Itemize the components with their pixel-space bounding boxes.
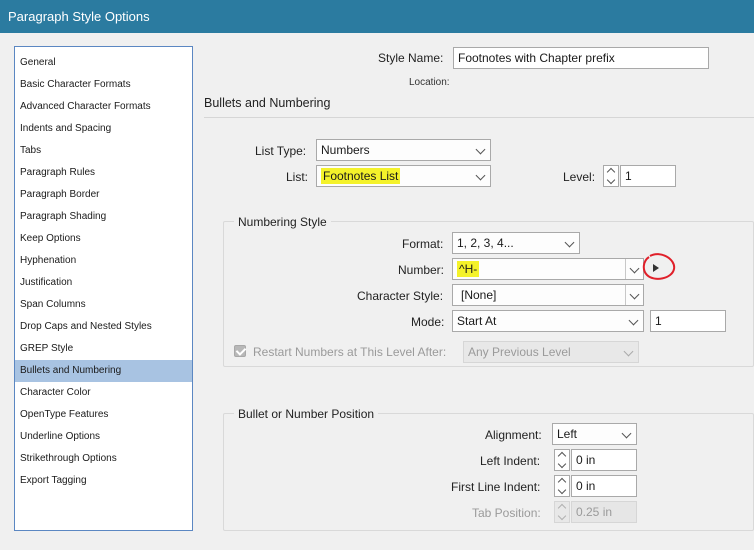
sidebar-item-drop-caps-and-nested-styles[interactable]: Drop Caps and Nested Styles bbox=[15, 316, 192, 338]
category-list[interactable]: General Basic Character Formats Advanced… bbox=[14, 46, 193, 531]
left-indent-label: Left Indent: bbox=[480, 454, 541, 468]
tab-position-label: Tab Position: bbox=[472, 506, 541, 520]
character-style-value: [None] bbox=[461, 288, 497, 302]
list-select[interactable]: Footnotes List bbox=[316, 165, 491, 187]
location-label: Location: bbox=[409, 77, 450, 88]
chevron-down-icon bbox=[475, 170, 486, 181]
mode-label: Mode: bbox=[411, 315, 445, 329]
mode-value: Start At bbox=[457, 314, 497, 328]
sidebar-item-keep-options[interactable]: Keep Options bbox=[15, 228, 192, 250]
sidebar-item-grep-style[interactable]: GREP Style bbox=[15, 338, 192, 360]
restart-after-value: Any Previous Level bbox=[468, 345, 571, 359]
chevron-down-icon bbox=[623, 346, 634, 357]
position-title: Bullet or Number Position bbox=[234, 407, 379, 421]
list-type-select[interactable]: Numbers bbox=[316, 139, 491, 161]
list-type-label: List Type: bbox=[255, 144, 307, 158]
sidebar-item-opentype-features[interactable]: OpenType Features bbox=[15, 404, 192, 426]
section-divider bbox=[204, 117, 754, 118]
format-value: 1, 2, 3, 4... bbox=[457, 236, 514, 250]
chevron-down-icon bbox=[475, 144, 486, 155]
restart-numbers-checkbox[interactable] bbox=[234, 345, 246, 357]
chevron-down-icon[interactable] bbox=[557, 459, 567, 469]
alignment-label: Alignment: bbox=[485, 428, 542, 442]
sidebar-item-advanced-character-formats[interactable]: Advanced Character Formats bbox=[15, 96, 192, 118]
annotation-circle bbox=[642, 253, 676, 280]
left-indent-stepper[interactable] bbox=[554, 449, 570, 471]
window-title-bar: Paragraph Style Options bbox=[0, 0, 754, 33]
sidebar-item-justification[interactable]: Justification bbox=[15, 272, 192, 294]
chevron-down-icon bbox=[629, 289, 640, 300]
section-title: Bullets and Numbering bbox=[204, 96, 331, 110]
character-style-label: Character Style: bbox=[357, 289, 444, 303]
tab-position-stepper[interactable] bbox=[554, 501, 570, 523]
sidebar-item-paragraph-rules[interactable]: Paragraph Rules bbox=[15, 162, 192, 184]
alignment-value: Left bbox=[557, 427, 578, 441]
sidebar-item-span-columns[interactable]: Span Columns bbox=[15, 294, 192, 316]
sidebar-item-strikethrough-options[interactable]: Strikethrough Options bbox=[15, 448, 192, 470]
sidebar-item-hyphenation[interactable]: Hyphenation bbox=[15, 250, 192, 272]
number-combobox[interactable]: ^H- bbox=[452, 258, 644, 280]
chevron-down-icon bbox=[629, 263, 640, 274]
first-line-indent-input[interactable]: 0 in bbox=[571, 475, 637, 497]
restart-after-select[interactable]: Any Previous Level bbox=[463, 341, 639, 363]
list-label: List: bbox=[286, 170, 309, 184]
mode-start-input[interactable]: 1 bbox=[650, 310, 726, 332]
first-line-indent-stepper[interactable] bbox=[554, 475, 570, 497]
character-style-select[interactable]: [None] bbox=[452, 284, 644, 306]
alignment-select[interactable]: Left bbox=[552, 423, 637, 445]
list-value: Footnotes List bbox=[321, 168, 401, 184]
style-name-label: Style Name: bbox=[378, 51, 444, 65]
sidebar-item-export-tagging[interactable]: Export Tagging bbox=[15, 470, 192, 492]
chevron-down-icon bbox=[621, 428, 632, 439]
sidebar-item-basic-character-formats[interactable]: Basic Character Formats bbox=[15, 74, 192, 96]
level-stepper[interactable] bbox=[603, 165, 619, 187]
number-label: Number: bbox=[398, 263, 445, 277]
window-title: Paragraph Style Options bbox=[8, 9, 150, 24]
numbering-style-title: Numbering Style bbox=[234, 215, 331, 229]
sidebar-item-paragraph-border[interactable]: Paragraph Border bbox=[15, 184, 192, 206]
list-type-value: Numbers bbox=[321, 143, 370, 157]
chevron-down-icon bbox=[628, 315, 639, 326]
chevron-down-icon[interactable] bbox=[557, 511, 567, 521]
format-label: Format: bbox=[402, 237, 444, 251]
restart-numbers-label: Restart Numbers at This Level After: bbox=[253, 345, 447, 359]
sidebar-item-paragraph-shading[interactable]: Paragraph Shading bbox=[15, 206, 192, 228]
dialog-body: General Basic Character Formats Advanced… bbox=[0, 33, 754, 550]
chevron-down-icon bbox=[564, 237, 575, 248]
chevron-down-icon[interactable] bbox=[606, 175, 616, 185]
level-label: Level: bbox=[563, 170, 596, 184]
character-style-dropdown-button[interactable] bbox=[625, 285, 643, 305]
sidebar-item-underline-options[interactable]: Underline Options bbox=[15, 426, 192, 448]
mode-select[interactable]: Start At bbox=[452, 310, 644, 332]
first-line-indent-label: First Line Indent: bbox=[451, 480, 541, 494]
number-value: ^H- bbox=[457, 261, 480, 277]
chevron-down-icon[interactable] bbox=[557, 485, 567, 495]
sidebar-item-tabs[interactable]: Tabs bbox=[15, 140, 192, 162]
sidebar-item-bullets-and-numbering[interactable]: Bullets and Numbering bbox=[15, 360, 192, 382]
style-name-input[interactable]: Footnotes with Chapter prefix bbox=[453, 47, 709, 69]
sidebar-item-character-color[interactable]: Character Color bbox=[15, 382, 192, 404]
level-input[interactable]: 1 bbox=[620, 165, 676, 187]
sidebar-item-indents-and-spacing[interactable]: Indents and Spacing bbox=[15, 118, 192, 140]
tab-position-input[interactable]: 0.25 in bbox=[571, 501, 637, 523]
format-select[interactable]: 1, 2, 3, 4... bbox=[452, 232, 580, 254]
left-indent-input[interactable]: 0 in bbox=[571, 449, 637, 471]
sidebar-item-general[interactable]: General bbox=[15, 52, 192, 74]
